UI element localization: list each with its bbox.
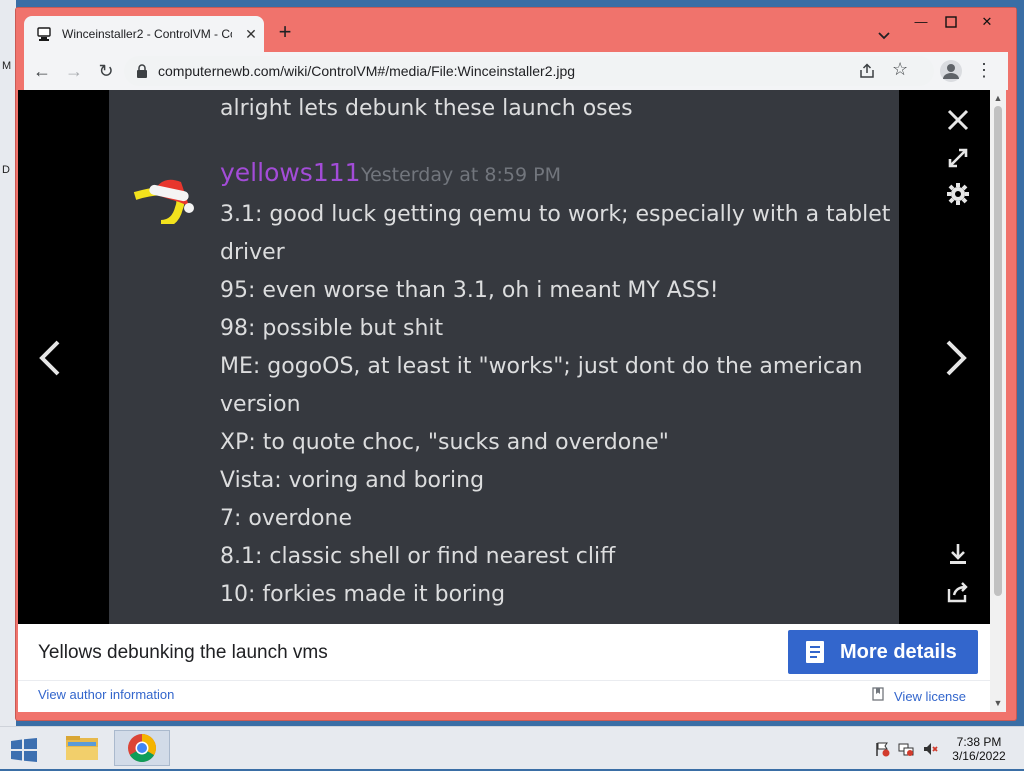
more-details-label: More details [840, 641, 957, 663]
tab-search-chevron-icon[interactable] [874, 26, 894, 46]
fullscreen-expand-icon[interactable] [946, 146, 970, 170]
browser-window: Winceinstaller2 - ControlVM - Co ✕ + — ✕… [16, 8, 1016, 720]
lock-icon [137, 64, 147, 78]
scroll-up-arrow-icon[interactable]: ▲ [993, 93, 1003, 103]
browser-toolbar: ← → ↻ computernewb.com/wiki/ControlVM#/m… [24, 52, 1008, 90]
tray-clock[interactable]: 7:38 PM 3/16/2022 [946, 735, 1012, 763]
chat-line: version [220, 392, 301, 417]
desktop-edge: M D [0, 0, 16, 726]
new-tab-icon[interactable]: + [274, 21, 296, 44]
chat-line: 7: overdone [220, 506, 352, 531]
previous-image-chevron-icon[interactable] [36, 338, 62, 378]
site-favicon-icon [37, 27, 51, 41]
scroll-down-arrow-icon[interactable]: ▼ [993, 698, 1003, 708]
title-bar: Winceinstaller2 - ControlVM - Co ✕ + — ✕ [16, 8, 1016, 52]
clock-date: 3/16/2022 [952, 749, 1006, 763]
image-caption: Yellows debunking the launch vms [38, 642, 328, 663]
desktop-edge-letter-d: D [2, 164, 10, 176]
desktop-edge-letter-m: M [2, 60, 12, 72]
profile-avatar-icon[interactable] [940, 60, 962, 82]
share-icon[interactable] [858, 62, 876, 80]
chat-line: 10: forkies made it boring [220, 582, 506, 607]
license-icon [872, 687, 884, 701]
santa-hat-avatar-icon [133, 179, 194, 224]
more-details-button[interactable]: More details [788, 630, 978, 674]
view-license-link[interactable]: View license [894, 689, 966, 704]
tab-close-icon[interactable]: ✕ [242, 25, 260, 43]
browser-tab[interactable]: Winceinstaller2 - ControlVM - Co ✕ [24, 16, 264, 52]
volume-muted-icon[interactable] [922, 741, 938, 757]
chat-line-top: alright lets debunk these launch oses [220, 96, 633, 121]
maximize-icon[interactable] [936, 12, 966, 32]
scrollbar-thumb[interactable] [994, 106, 1002, 596]
page-scrollbar[interactable]: ▲ ▼ [990, 90, 1006, 712]
download-icon[interactable] [946, 542, 970, 566]
url-text[interactable]: computernewb.com/wiki/ControlVM#/media/F… [158, 63, 575, 79]
chrome-taskbar-icon[interactable] [114, 730, 170, 766]
more-menu-icon[interactable]: ⋮ [974, 59, 994, 83]
clock-time: 7:38 PM [956, 735, 1002, 749]
share-image-icon[interactable] [946, 580, 970, 604]
chat-line: 3.1: good luck getting qemu to work; esp… [220, 202, 891, 227]
tab-title: Winceinstaller2 - ControlVM - Co [62, 27, 232, 41]
network-icon[interactable] [898, 741, 914, 757]
file-explorer-taskbar-icon[interactable] [54, 730, 110, 766]
forward-arrow-icon[interactable]: → [62, 59, 86, 83]
media-image: alright lets debunk these launch oses ye… [109, 90, 899, 624]
taskbar: 7:38 PM 3/16/2022 [0, 726, 1024, 769]
close-window-icon[interactable]: ✕ [972, 12, 1002, 32]
settings-gear-icon[interactable] [946, 182, 970, 206]
view-author-link[interactable]: View author information [38, 687, 174, 702]
back-arrow-icon[interactable]: ← [30, 59, 54, 83]
divider [18, 680, 990, 681]
chat-line: XP: to quote choc, "sucks and overdone" [220, 430, 669, 455]
close-viewer-icon[interactable] [946, 108, 970, 132]
next-image-chevron-icon[interactable] [944, 338, 970, 378]
action-center-flag-icon[interactable] [874, 741, 890, 757]
windows-start-icon[interactable] [10, 738, 38, 762]
chat-timestamp: Yesterday at 8:59 PM [361, 164, 561, 186]
chat-line: ME: gogoOS, at least it "works"; just do… [220, 354, 863, 379]
bookmark-star-icon[interactable]: ☆ [892, 59, 912, 81]
chat-line: Vista: voring and boring [220, 468, 485, 493]
chat-username: yellows111 [220, 158, 361, 187]
reload-icon[interactable]: ↻ [94, 59, 118, 83]
document-icon [806, 641, 824, 663]
chat-line: 95: even worse than 3.1, oh i meant MY A… [220, 278, 719, 303]
chat-line: 98: possible but shit [220, 316, 444, 341]
chat-line: driver [220, 240, 285, 265]
media-viewer: alright lets debunk these launch oses ye… [18, 90, 990, 624]
chat-line: 8.1: classic shell or find nearest cliff [220, 544, 616, 569]
page-content: alright lets debunk these launch oses ye… [18, 90, 990, 712]
address-bar[interactable]: computernewb.com/wiki/ControlVM#/media/F… [124, 56, 934, 86]
minimize-icon[interactable]: — [906, 12, 936, 32]
